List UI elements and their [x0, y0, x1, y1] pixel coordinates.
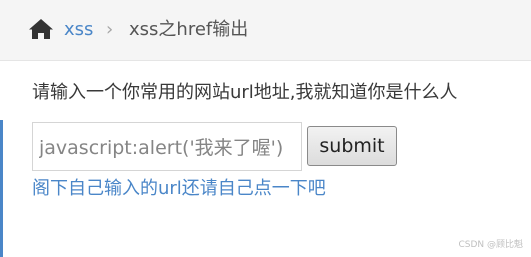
chevron-right-icon: › [106, 19, 114, 40]
url-input[interactable] [32, 122, 302, 171]
page: xss › xss之href输出 请输入一个你常用的网站url地址,我就知道你是… [0, 0, 531, 257]
watermark: CSDN @顾比魁 [458, 240, 523, 250]
breadcrumb-current: xss之href输出 [129, 19, 249, 40]
breadcrumb: xss › xss之href输出 [0, 0, 531, 61]
submit-button[interactable]: submit [307, 126, 397, 166]
result-link[interactable]: 阁下自己输入的url还请自己点一下吧 [32, 177, 326, 201]
left-accent-bar [0, 120, 3, 257]
breadcrumb-link-xss[interactable]: xss [64, 19, 93, 41]
prompt-text: 请输入一个你常用的网站url地址,我就知道你是什么人 [32, 82, 458, 103]
home-icon[interactable] [28, 18, 54, 40]
